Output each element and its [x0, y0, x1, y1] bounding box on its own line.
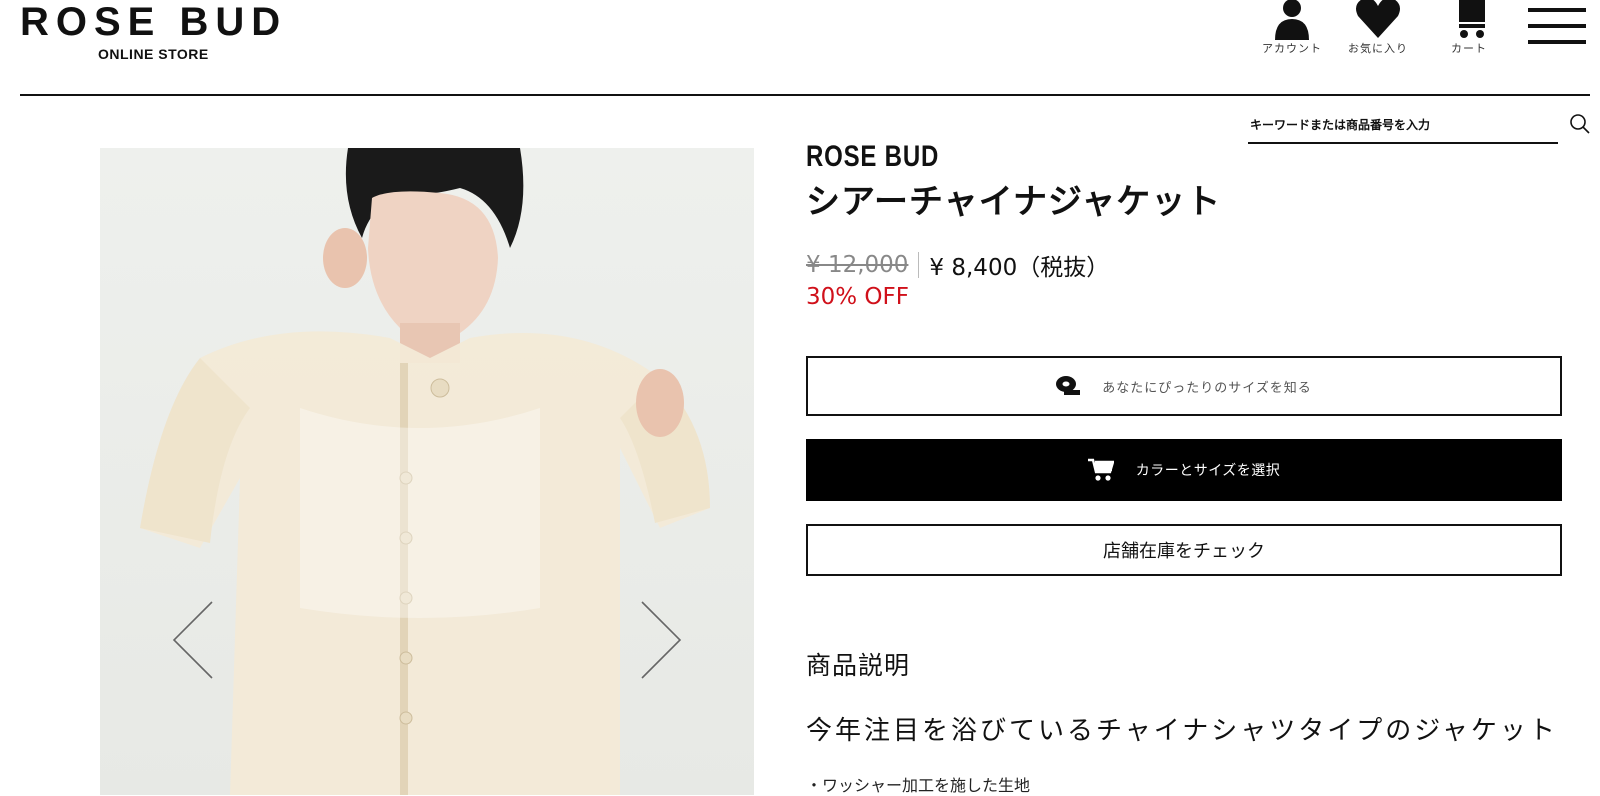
header-divider [20, 94, 1590, 96]
description-lead: 今年注目を浴びているチャイナシャツタイプのジャケット [806, 716, 1558, 746]
prev-image-arrow[interactable] [170, 600, 220, 680]
heart-icon [1356, 0, 1400, 38]
menu-bar [1528, 40, 1586, 44]
description-heading: 商品説明 [806, 651, 911, 680]
product-brand[interactable]: ROSE BUD [806, 140, 939, 174]
logo-wordmark: ROSE BUD [20, 0, 288, 44]
store-logo[interactable]: ROSE BUD ONLINE STORE [20, 2, 290, 62]
account-icon [1275, 0, 1309, 40]
cart-label: カート [1451, 42, 1487, 55]
account-button[interactable]: アカウント [1252, 0, 1332, 55]
select-color-size-button[interactable]: カラーとサイズを選択 [806, 439, 1562, 501]
size-finder-button[interactable]: あなたにぴったりのサイズを知る [806, 356, 1562, 416]
description-bullet: ・ワッシャー加工を施した生地 [806, 776, 1031, 795]
favorites-label: お気に入り [1348, 42, 1408, 55]
search-bar [1248, 112, 1558, 144]
store-stock-button[interactable]: 店舗在庫をチェック [806, 524, 1562, 576]
logo-subtitle: ONLINE STORE [98, 46, 209, 62]
select-color-size-label: カラーとサイズを選択 [1135, 463, 1281, 479]
store-stock-label: 店舗在庫をチェック [1103, 541, 1265, 562]
menu-bar [1528, 24, 1586, 28]
search-input[interactable] [1248, 112, 1542, 138]
measuring-tape-icon [1056, 376, 1081, 395]
favorites-button[interactable]: お気に入り [1338, 0, 1418, 55]
product-image [100, 148, 754, 795]
original-price: ¥ 12,000 [806, 252, 920, 278]
sale-price: ¥ 8,400（税抜） [929, 255, 1110, 281]
menu-button[interactable] [1528, 8, 1586, 44]
cart-button[interactable]: カート [1429, 0, 1509, 55]
product-title: シアーチャイナジャケット [806, 182, 1222, 222]
search-icon[interactable] [1568, 112, 1592, 136]
account-label: アカウント [1262, 42, 1322, 55]
size-finder-label: あなたにぴったりのサイズを知る [1102, 380, 1312, 396]
cart-icon [1459, 0, 1485, 38]
discount-badge: 30% OFF [806, 284, 909, 310]
next-image-arrow[interactable] [634, 600, 684, 680]
price-block: ¥ 12,000 ¥ 8,400（税抜） [806, 248, 1109, 282]
menu-bar [1528, 8, 1586, 12]
cart-icon [1087, 458, 1114, 481]
model-photo-illustration [140, 148, 710, 795]
